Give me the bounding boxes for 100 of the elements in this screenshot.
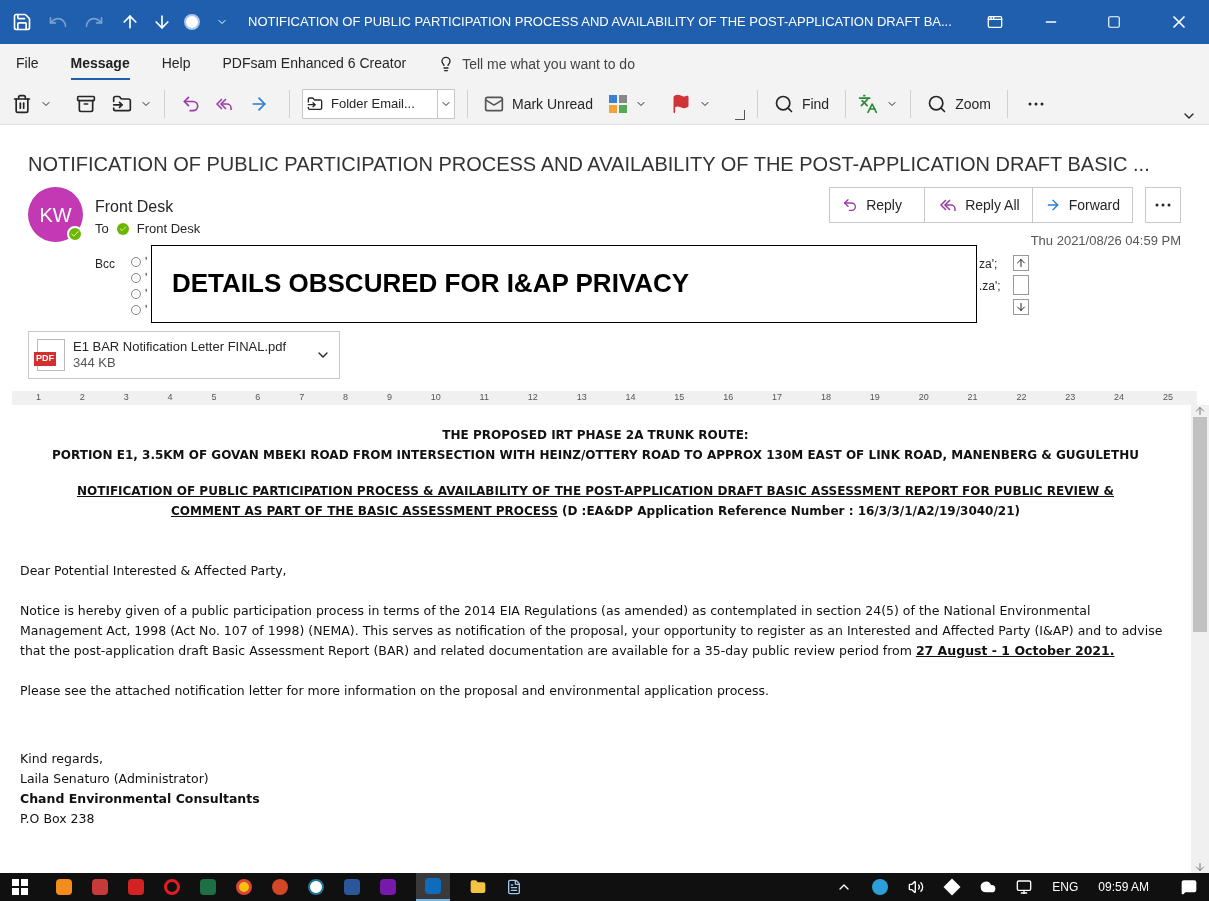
- notepad-icon[interactable]: [506, 879, 522, 895]
- ruler-number: 2: [79, 390, 85, 404]
- signature-line: Laila Senaturo (Administrator): [20, 769, 210, 788]
- scroll-down-icon[interactable]: [1013, 298, 1029, 315]
- launcher-icon[interactable]: [734, 110, 745, 120]
- reply-icon[interactable]: [181, 94, 201, 114]
- scroll-thumb[interactable]: [1193, 416, 1207, 632]
- ruler-number: 18: [820, 390, 831, 404]
- notice-title: NOTIFICATION OF PUBLIC PARTICIPATION PROCESS & AVAILABILITY OF THE POST-APPLICATION DRAFT BASIC ASSESSMENT REPORT FOR PUBLIC REVIEW & COMMENT AS PART OF THE BASIC ASSESSMENT PROCESS (D :EA&DP Application Reference Number : 16/3/3/1/A2/19/3040/21): [76, 482, 1115, 520]
- bcc-label: Bcc: [95, 255, 116, 273]
- ribbon-tab[interactable]: Message: [70, 48, 130, 80]
- ruler-number: 24: [1114, 390, 1125, 404]
- translate-icon[interactable]: [858, 94, 879, 114]
- reply-all-icon[interactable]: [213, 96, 233, 112]
- ruler-number: 1: [36, 390, 41, 404]
- ribbon-tab[interactable]: File: [16, 48, 39, 80]
- avatar: KW: [28, 187, 83, 242]
- ruler-number: 5: [211, 390, 217, 404]
- message-action-button[interactable]: Reply: [830, 188, 926, 222]
- maximize-icon[interactable]: [1107, 15, 1121, 29]
- signature-line: P.O Box 238: [20, 809, 96, 828]
- recipient-fragment: .za';: [979, 277, 1001, 295]
- ruler-number: 25: [1162, 390, 1173, 404]
- scroll-thumb[interactable]: [1013, 274, 1029, 295]
- recipient-fragment: ': [145, 254, 148, 271]
- ruler-number: 17: [772, 390, 783, 404]
- find-button[interactable]: Find: [769, 93, 834, 115]
- mark-unread-button[interactable]: Mark Unread: [480, 93, 597, 115]
- window-title: NOTIFICATION OF PUBLIC PARTICIPATION PROCESS AND AVAILABILITY OF THE POST-APPLICATION DRAFT BA...: [248, 13, 952, 32]
- categorize-icon[interactable]: [608, 95, 627, 113]
- scroll-up-icon[interactable]: [1013, 254, 1029, 271]
- double-reply-arrow-icon: [937, 197, 958, 213]
- notifications-icon[interactable]: [1181, 879, 1197, 895]
- ruler-number: 11: [479, 390, 489, 404]
- search-icon: [773, 94, 794, 114]
- signature-line: Chand Environmental Consultants: [20, 789, 261, 808]
- ruler-number: 10: [430, 390, 441, 404]
- message-subject: NOTIFICATION OF PUBLIC PARTICIPATION PROCESS AND AVAILABILITY OF THE POST-APPLICATION DRAFT BASIC ...: [28, 152, 1151, 177]
- archive-icon[interactable]: [76, 94, 96, 114]
- message-action-button[interactable]: Forward: [1032, 188, 1132, 222]
- delete-icon[interactable]: [12, 94, 32, 114]
- recipient-fragment: ': [145, 270, 148, 287]
- recipient-name: Front Desk: [136, 220, 201, 238]
- ruler-number: 7: [299, 390, 305, 404]
- ruler-number: 3: [123, 390, 129, 404]
- save-icon[interactable]: [12, 12, 32, 32]
- pdf-file-icon: PDF: [37, 338, 65, 371]
- message-date: Thu 2021/08/26 04:59 PM: [1030, 232, 1181, 250]
- scroll-down-icon[interactable]: [1194, 861, 1206, 873]
- ruler-number: 16: [723, 390, 734, 404]
- windows-start-icon[interactable]: [12, 879, 28, 895]
- ruler-number: 23: [1065, 390, 1076, 404]
- document-heading: THE PROPOSED IRT PHASE 2A TRUNK ROUTE:: [441, 426, 750, 444]
- body-paragraph: Dear Potential Interested & Affected Party,: [20, 561, 288, 580]
- ruler-number: 12: [527, 390, 538, 404]
- signature-line: Kind regards,: [20, 749, 104, 768]
- ruler-number: 9: [386, 390, 392, 404]
- available-status-icon: [116, 222, 129, 235]
- zoom-button[interactable]: Zoom: [923, 93, 995, 115]
- ruler-number: 20: [918, 390, 929, 404]
- scrollbar[interactable]: [1191, 404, 1209, 873]
- folder-dropdown-label: Folder Email...: [330, 95, 416, 114]
- ruler-number: 14: [625, 390, 636, 404]
- clock[interactable]: 09:59 AM: [1098, 878, 1149, 896]
- recipient-fragment: za';: [979, 255, 999, 273]
- ribbon-tab[interactable]: Help: [161, 48, 191, 80]
- recipient-fragment: ': [145, 286, 148, 303]
- folder-icon: [307, 96, 323, 112]
- ruler-number: 6: [255, 390, 261, 404]
- cloud-icon[interactable]: [980, 879, 997, 895]
- ruler-number: 4: [167, 390, 173, 404]
- attachment-card[interactable]: PDF E1 BAR Notification Letter FINAL.pdf 344 KB: [28, 330, 340, 379]
- attachment-name: E1 BAR Notification Letter FINAL.pdf: [73, 338, 288, 355]
- reply-arrow-icon: [842, 197, 859, 213]
- recipient-fragment: ': [145, 302, 148, 319]
- message-action-button[interactable]: Reply All: [925, 188, 1033, 222]
- ruler-number: 13: [576, 390, 587, 404]
- more-icon[interactable]: [1027, 102, 1044, 106]
- ribbon-tab[interactable]: PDFsam Enhanced 6 Creator: [222, 48, 407, 80]
- ruler-number: 8: [343, 390, 349, 404]
- network-icon[interactable]: [1016, 879, 1033, 895]
- privacy-notice: DETAILS OBSCURED FOR I&AP PRIVACY: [172, 267, 690, 300]
- ruler-number: 15: [674, 390, 685, 404]
- folder-icon[interactable]: [470, 879, 486, 895]
- ruler-number: 22: [1016, 390, 1027, 404]
- attachment-size: 344 KB: [73, 354, 117, 371]
- sender-name: Front Desk: [95, 197, 175, 217]
- tell-me-field[interactable]: Tell me what you want to do: [462, 53, 693, 75]
- move-icon[interactable]: [112, 94, 132, 114]
- available-status-icon: [67, 226, 83, 242]
- ruler-number: 19: [869, 390, 880, 404]
- ruler-number: 21: [967, 390, 978, 404]
- envelope-icon: [484, 94, 504, 114]
- body-paragraph: Please see the attached notification letter for more information on the proposal and environmental application process.: [20, 681, 770, 700]
- to-label: To: [95, 220, 109, 238]
- folder-dropdown[interactable]: Folder Email...: [302, 89, 455, 119]
- ribbon-display-icon[interactable]: [987, 14, 1003, 30]
- magnifier-icon: [927, 94, 948, 114]
- language-indicator[interactable]: ENG: [1052, 878, 1079, 896]
- body-paragraph: Notice is hereby given of a public participation process in terms of the 2014 EIA Regulations (as amended) as contemplated in section 24(5) of the National Environmental Management Act, 1998 (Act No. 107 of 1998) (NEMA). This serves as notification of the proposal, your opportunity to register as an Interested and Affected Party (I&AP) and to advise that the post-application draft Basic Assessment Report (BAR) and related documentation are available for a 35-day public review period from 27 August - 1 October 2021.: [20, 601, 1164, 660]
